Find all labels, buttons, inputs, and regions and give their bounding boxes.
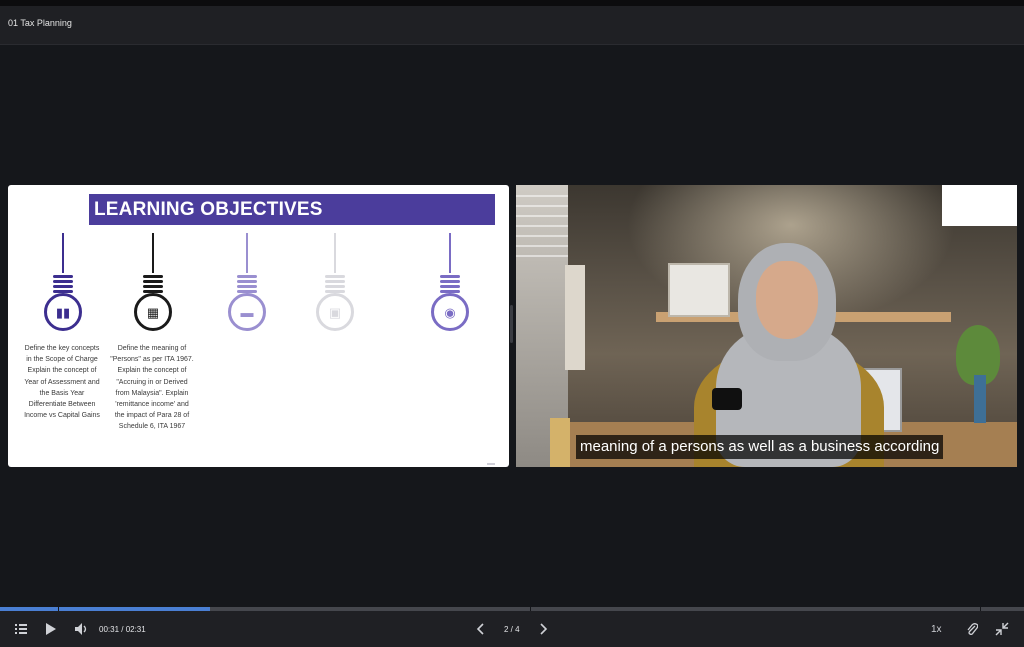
play-icon[interactable] [45, 622, 57, 636]
video-panel[interactable] [516, 185, 1017, 467]
bulb-car: ▬ [225, 233, 269, 337]
title-bar: 01 Tax Planning [0, 6, 1024, 45]
paperclip-icon[interactable] [966, 622, 978, 636]
slide-panel: LEARNING OBJECTIVES ▮▮ ▦ ▬ ▣ ◉ Define th… [8, 185, 509, 467]
slide-heading: LEARNING OBJECTIVES [94, 199, 323, 220]
list-icon[interactable] [15, 623, 27, 635]
presenter-face [756, 261, 818, 339]
image-icon: ▣ [328, 304, 342, 320]
video-overlay-box [942, 185, 1017, 226]
calendar-icon: ▦ [146, 304, 160, 320]
page-indicator: 2 / 4 [504, 625, 520, 634]
lapel-mic [712, 388, 742, 410]
bulb-calendar: ▦ [131, 233, 175, 337]
collapse-icon[interactable] [995, 622, 1009, 636]
objective-1-text: Define the key concepts in the Scope of … [24, 345, 100, 420]
piggy-bank-icon: ◉ [444, 304, 456, 320]
playback-speed-button[interactable]: 1x [931, 624, 942, 635]
chevron-left-icon[interactable] [476, 623, 486, 635]
volume-icon[interactable] [74, 622, 89, 636]
panel-resize-handle[interactable] [510, 305, 513, 343]
bulb-image: ▣ [313, 233, 357, 337]
background-picture-frame [668, 263, 730, 317]
slide-corner-mark [487, 463, 495, 465]
video-subtitle: meaning of a persons as well as a busine… [576, 435, 944, 459]
bulb-book: ▮▮ [41, 233, 85, 337]
book-icon: ▮▮ [55, 304, 71, 320]
chevron-right-icon[interactable] [539, 623, 549, 635]
bulb-piggy-bank: ◉ [428, 233, 472, 337]
slide-heading-banner: LEARNING OBJECTIVES [89, 194, 495, 225]
window-title: 01 Tax Planning [8, 18, 72, 28]
car-icon: ▬ [240, 304, 254, 320]
objective-2-text: Define the meaning of "Persons" as per I… [110, 345, 194, 431]
time-display: 00:31 / 02:31 [99, 625, 146, 634]
